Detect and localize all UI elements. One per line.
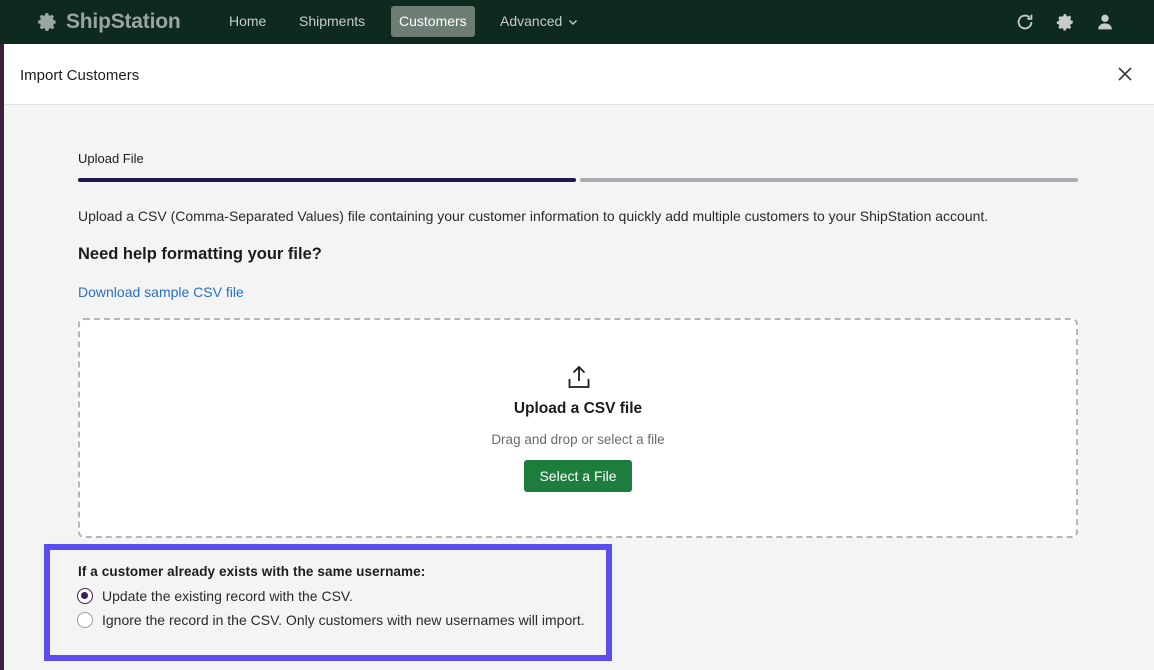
top-navigation: ShipStation Home Shipments Customers Adv…: [0, 0, 1154, 44]
option-update-existing[interactable]: Update the existing record with the CSV.: [77, 588, 353, 604]
app-name: ShipStation: [66, 10, 181, 33]
nav-item-shipments[interactable]: Shipments: [291, 6, 373, 37]
nav-item-customers[interactable]: Customers: [391, 6, 475, 37]
dropzone-subtitle: Drag and drop or select a file: [491, 432, 665, 447]
user-icon[interactable]: [1094, 11, 1116, 33]
chevron-down-icon: [569, 19, 578, 25]
refresh-icon[interactable]: [1014, 11, 1036, 33]
radio-ignore-record[interactable]: [77, 612, 93, 628]
file-dropzone[interactable]: Upload a CSV file Drag and drop or selec…: [78, 318, 1078, 538]
app-logo[interactable]: ShipStation: [36, 10, 181, 34]
modal-title: Import Customers: [20, 67, 140, 84]
radio-update-existing[interactable]: [77, 588, 93, 604]
nav-item-home[interactable]: Home: [221, 6, 274, 37]
help-heading: Need help formatting your file?: [78, 245, 322, 263]
shipstation-gear-icon: [38, 13, 56, 31]
progress-bar-completed: [78, 178, 576, 182]
duplicate-options-label: If a customer already exists with the sa…: [78, 564, 426, 579]
upload-icon: [568, 365, 590, 388]
gear-icon[interactable]: [1054, 11, 1076, 33]
nav-item-advanced[interactable]: Advanced: [492, 6, 587, 37]
dropzone-title: Upload a CSV file: [513, 400, 643, 417]
intro-text: Upload a CSV (Comma-Separated Values) fi…: [78, 208, 989, 224]
close-icon[interactable]: [1118, 67, 1132, 81]
select-file-button[interactable]: Select a File: [524, 460, 632, 492]
option-update-existing-label: Update the existing record with the CSV.: [102, 588, 353, 604]
nav-item-advanced-label: Advanced: [500, 13, 563, 29]
import-customers-modal: Import Customers Upload File Upload a CS…: [4, 44, 1154, 670]
option-ignore-record-label: Ignore the record in the CSV. Only custo…: [102, 612, 585, 628]
step-label: Upload File: [78, 151, 144, 166]
progress-bar-remaining: [580, 178, 1078, 182]
option-ignore-record[interactable]: Ignore the record in the CSV. Only custo…: [77, 612, 585, 628]
duplicate-handling-options: If a customer already exists with the sa…: [44, 544, 612, 661]
download-sample-link[interactable]: Download sample CSV file: [78, 284, 244, 300]
modal-header: Import Customers: [4, 44, 1154, 105]
